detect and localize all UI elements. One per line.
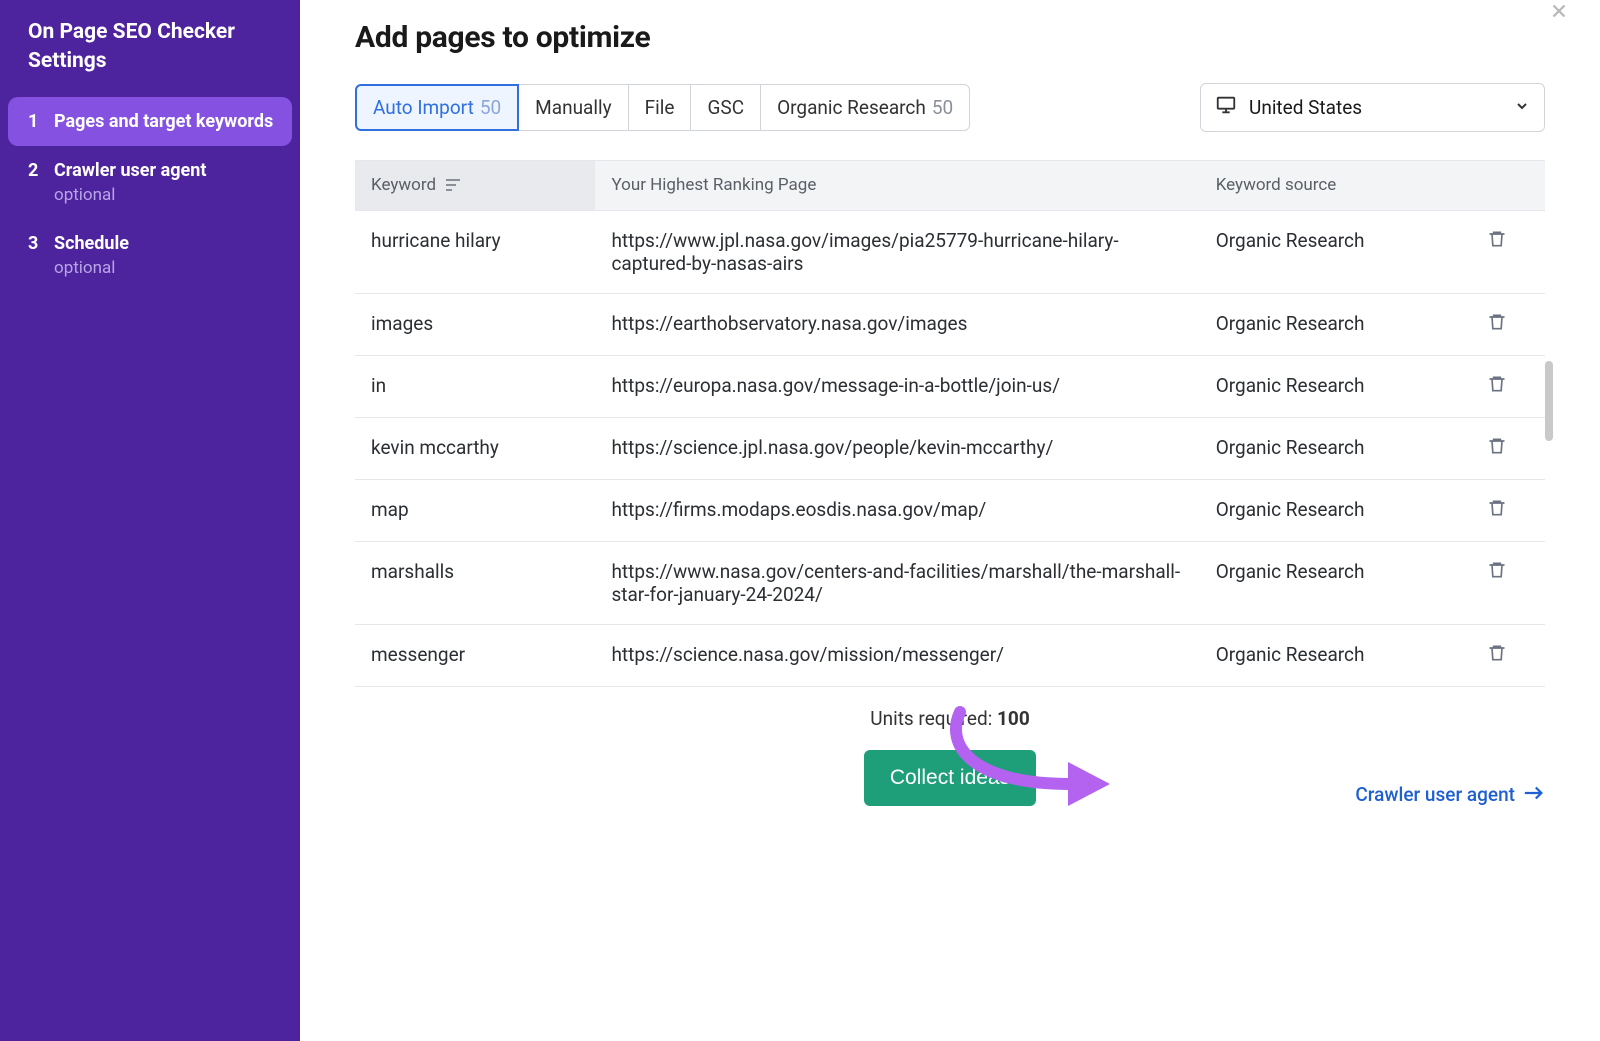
tab-label: Manually: [535, 96, 611, 119]
country-label: United States: [1249, 96, 1362, 119]
sidebar-item-crawler-user-agent[interactable]: 2 Crawler user agent optional: [8, 146, 292, 219]
nav-optional: optional: [54, 258, 129, 278]
tab-file[interactable]: File: [628, 84, 692, 131]
toolbar: Auto Import 50 Manually File GSC Organic…: [355, 83, 1545, 132]
chevron-down-icon: [1514, 96, 1530, 119]
units-label: Units required:: [870, 707, 997, 730]
cell-url: https://science.jpl.nasa.gov/people/kevi…: [595, 417, 1199, 479]
scrollbar[interactable]: [1545, 361, 1553, 441]
tab-auto-import[interactable]: Auto Import 50: [355, 84, 519, 131]
cell-source: Organic Research: [1200, 293, 1471, 355]
trash-icon[interactable]: [1487, 312, 1507, 332]
tab-label: GSC: [707, 96, 744, 119]
nav-optional: optional: [54, 185, 206, 205]
trash-icon[interactable]: [1487, 229, 1507, 249]
cell-source: Organic Research: [1200, 479, 1471, 541]
footer: Units required: 100 Collect ideas Crawle…: [355, 707, 1545, 836]
nav-number: 3: [28, 233, 42, 278]
table-row: imageshttps://earthobservatory.nasa.gov/…: [355, 293, 1545, 355]
cell-keyword: hurricane hilary: [355, 210, 595, 293]
trash-icon[interactable]: [1487, 643, 1507, 663]
arrow-right-icon: [1523, 783, 1545, 806]
column-header-actions: [1471, 161, 1545, 210]
table-row: maphttps://firms.modaps.eosdis.nasa.gov/…: [355, 479, 1545, 541]
table-row: marshallshttps://www.nasa.gov/centers-an…: [355, 541, 1545, 624]
column-header-keyword[interactable]: Keyword: [355, 161, 595, 210]
collect-ideas-button[interactable]: Collect ideas: [864, 750, 1036, 806]
table-row: inhttps://europa.nasa.gov/message-in-a-b…: [355, 355, 1545, 417]
cell-keyword: map: [355, 479, 595, 541]
tab-count: 50: [932, 96, 953, 119]
trash-icon[interactable]: [1487, 436, 1507, 456]
column-header-page: Your Highest Ranking Page: [595, 161, 1199, 210]
cell-source: Organic Research: [1200, 210, 1471, 293]
sidebar-title: On Page SEO Checker Settings: [0, 18, 300, 97]
trash-icon[interactable]: [1487, 560, 1507, 580]
import-tabs: Auto Import 50 Manually File GSC Organic…: [355, 84, 970, 131]
main-content: Add pages to optimize Auto Import 50 Man…: [300, 0, 1600, 1041]
tab-label: Auto Import: [373, 96, 474, 119]
table-row: hurricane hilaryhttps://www.jpl.nasa.gov…: [355, 210, 1545, 293]
keywords-table-wrap: Keyword Your Highest Ranking Page Keywor…: [355, 160, 1545, 687]
column-header-source: Keyword source: [1200, 161, 1471, 210]
cell-keyword: marshalls: [355, 541, 595, 624]
cell-source: Organic Research: [1200, 355, 1471, 417]
table-row: messengerhttps://science.nasa.gov/missio…: [355, 624, 1545, 686]
desktop-icon: [1215, 94, 1237, 121]
cell-url: https://firms.modaps.eosdis.nasa.gov/map…: [595, 479, 1199, 541]
crawler-user-agent-link[interactable]: Crawler user agent: [1355, 783, 1545, 806]
cell-url: https://www.nasa.gov/centers-and-facilit…: [595, 541, 1199, 624]
sort-icon: [446, 176, 460, 196]
table-row: kevin mccarthyhttps://science.jpl.nasa.g…: [355, 417, 1545, 479]
tab-count: 50: [480, 96, 501, 119]
keywords-table: Keyword Your Highest Ranking Page Keywor…: [355, 161, 1545, 687]
nav-label: Pages and target keywords: [54, 111, 273, 132]
tab-label: File: [645, 96, 675, 119]
trash-icon[interactable]: [1487, 374, 1507, 394]
cell-url: https://www.jpl.nasa.gov/images/pia25779…: [595, 210, 1199, 293]
units-value: 100: [997, 707, 1030, 730]
cell-keyword: kevin mccarthy: [355, 417, 595, 479]
close-icon[interactable]: [1548, 0, 1570, 28]
cell-source: Organic Research: [1200, 624, 1471, 686]
sidebar-item-pages-keywords[interactable]: 1 Pages and target keywords: [8, 97, 292, 146]
nav-label: Crawler user agent: [54, 160, 206, 181]
page-title: Add pages to optimize: [355, 20, 1545, 55]
nav-number: 2: [28, 160, 42, 205]
units-required: Units required: 100: [355, 707, 1545, 730]
nav-number: 1: [28, 111, 42, 132]
tab-organic-research[interactable]: Organic Research 50: [760, 84, 970, 131]
tab-label: Organic Research: [777, 96, 926, 119]
cell-keyword: messenger: [355, 624, 595, 686]
cell-url: https://europa.nasa.gov/message-in-a-bot…: [595, 355, 1199, 417]
next-link-label: Crawler user agent: [1355, 783, 1515, 806]
sidebar-item-schedule[interactable]: 3 Schedule optional: [8, 219, 292, 292]
cell-url: https://earthobservatory.nasa.gov/images: [595, 293, 1199, 355]
cell-keyword: images: [355, 293, 595, 355]
cell-keyword: in: [355, 355, 595, 417]
trash-icon[interactable]: [1487, 498, 1507, 518]
nav-label: Schedule: [54, 233, 129, 254]
cell-source: Organic Research: [1200, 417, 1471, 479]
cell-source: Organic Research: [1200, 541, 1471, 624]
country-select[interactable]: United States: [1200, 83, 1545, 132]
tab-gsc[interactable]: GSC: [690, 84, 761, 131]
sidebar: On Page SEO Checker Settings 1 Pages and…: [0, 0, 300, 1041]
column-label: Keyword: [371, 175, 436, 195]
tab-manually[interactable]: Manually: [518, 84, 628, 131]
cell-url: https://science.nasa.gov/mission/messeng…: [595, 624, 1199, 686]
